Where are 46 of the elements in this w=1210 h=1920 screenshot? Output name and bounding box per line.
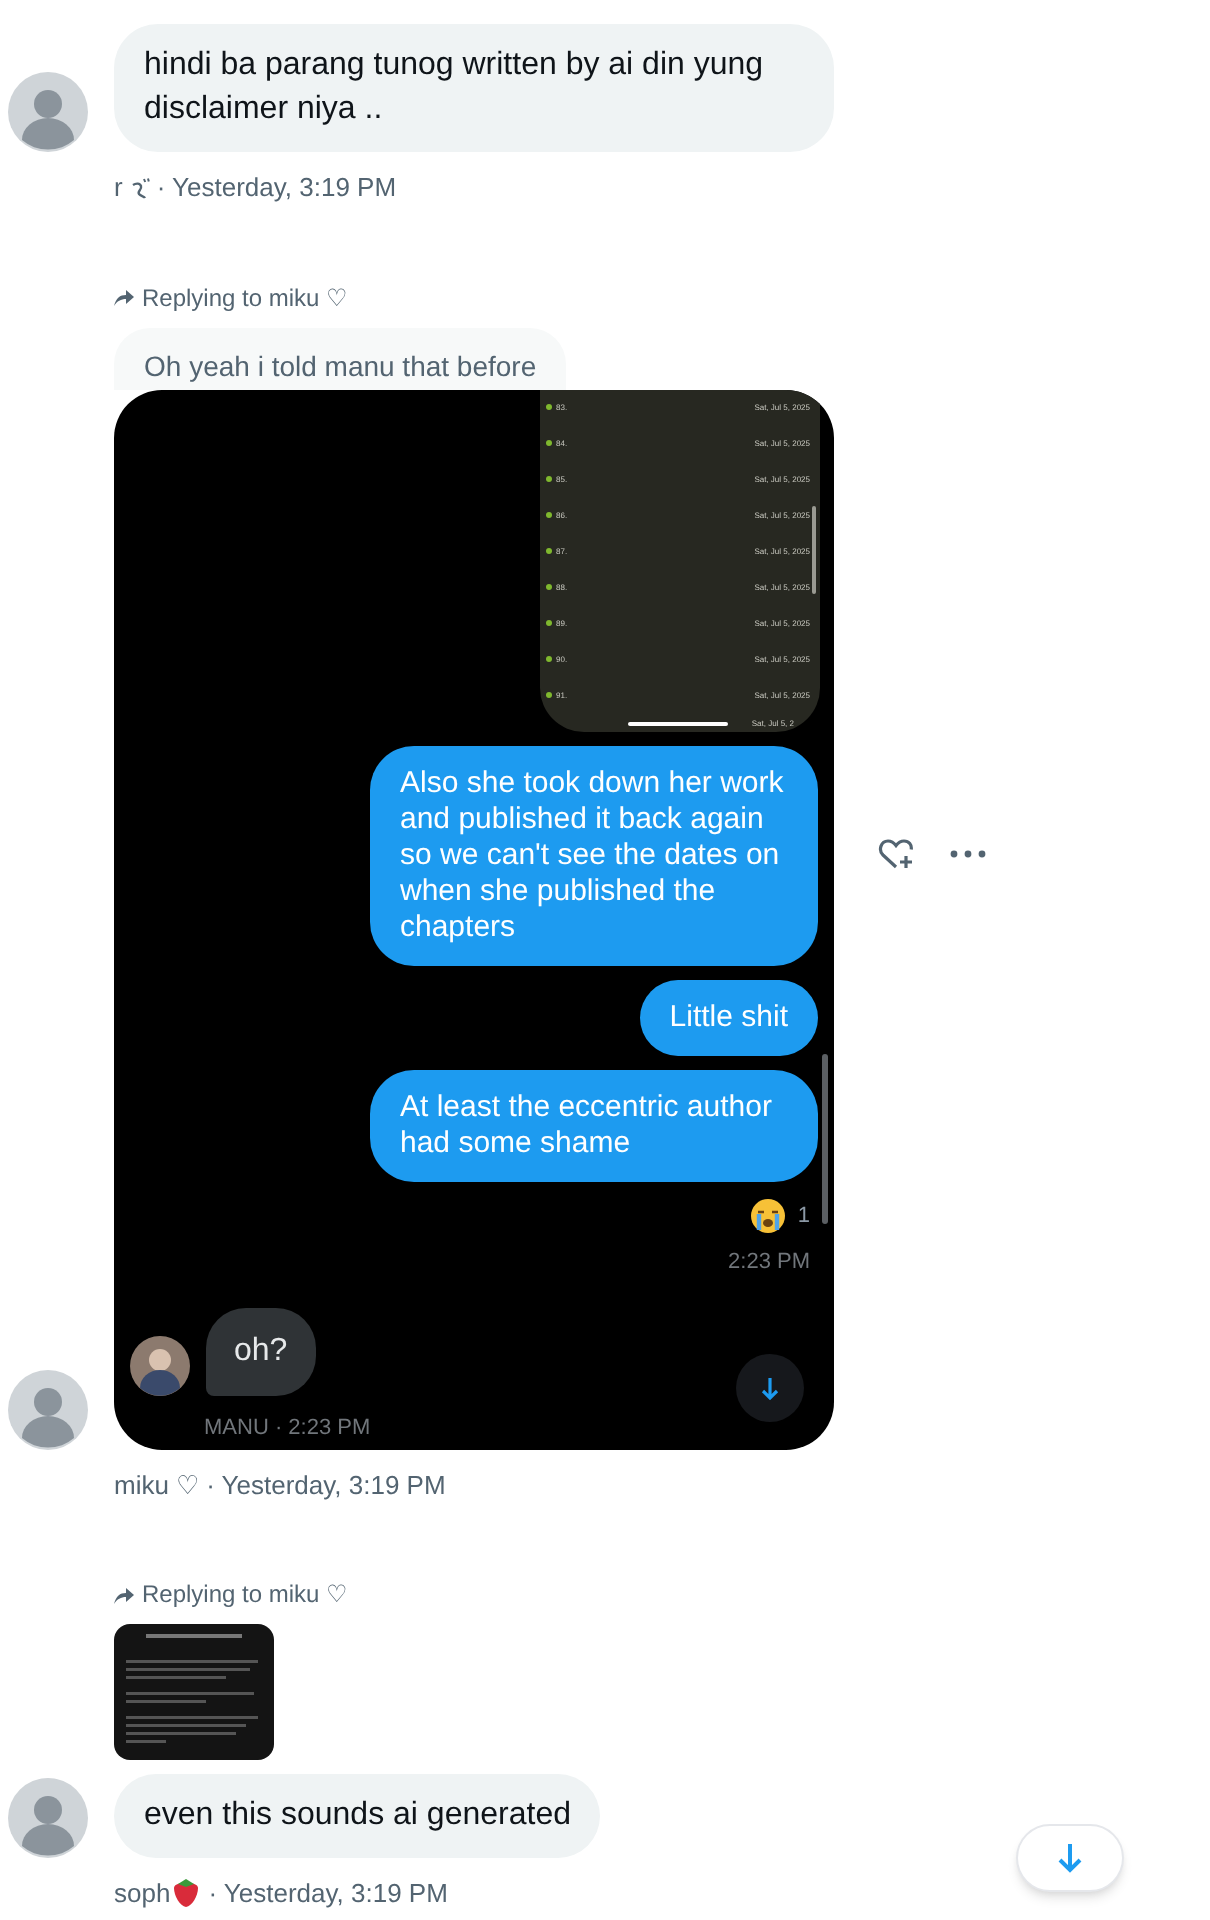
author-name: miku ♡ <box>114 1467 201 1503</box>
message-time: · Yesterday, 3:19 PM <box>206 1467 446 1504</box>
reply-label: Replying to miku ♡ <box>142 281 349 315</box>
scrollbar <box>812 505 816 593</box>
message-bubble: At least the eccentric author had some shame <box>370 1070 818 1182</box>
message-bubble: even this sounds ai generated <box>114 1774 601 1858</box>
squiggle-icon <box>130 175 151 200</box>
arrow-down-icon <box>1056 1842 1084 1874</box>
bullet-icon <box>546 476 552 482</box>
bullet-icon <box>546 512 552 518</box>
strawberry-icon <box>172 1878 201 1909</box>
message-time: · Yesterday, 3:19 PM <box>156 170 397 206</box>
avatar[interactable] <box>8 72 88 152</box>
heart-plus-icon <box>878 837 914 869</box>
avatar[interactable] <box>8 1369 88 1449</box>
bullet-icon <box>546 404 552 410</box>
message-time: · Yesterday, 3:19 PM <box>208 1876 448 1912</box>
bullet-icon <box>546 584 552 590</box>
avatar <box>130 1335 190 1395</box>
message-bubble: hindi ba parang tunog written by ai din yung disclaimer niya .. <box>114 24 834 152</box>
home-indicator <box>628 722 728 726</box>
bullet-icon <box>546 620 552 626</box>
bullet-icon <box>546 692 552 698</box>
reply-arrow-icon <box>114 288 134 306</box>
bullet-icon <box>546 440 552 446</box>
bullet-icon <box>546 656 552 662</box>
add-reaction-button[interactable] <box>878 837 914 869</box>
avatar[interactable] <box>8 1778 88 1858</box>
author-name: soph <box>114 1876 171 1912</box>
message-bubble: oh? <box>206 1307 316 1395</box>
reply-arrow-icon <box>114 1585 134 1603</box>
scroll-down-button[interactable] <box>1016 1824 1124 1892</box>
author-name: r <box>114 170 123 206</box>
message-bubble: Little shit <box>639 980 818 1056</box>
message-time: 2:23 PM <box>728 1248 810 1278</box>
crying-face-icon <box>749 1198 786 1234</box>
bullet-icon <box>546 548 552 554</box>
reaction-count: 1 <box>797 1201 810 1232</box>
arrow-down-icon <box>760 1375 780 1399</box>
message-bubble: Also she took down her work and published it back again so we can't see the dates on when she published the chapters <box>370 746 818 966</box>
scroll-down-button[interactable] <box>736 1353 804 1421</box>
more-icon <box>950 849 986 857</box>
reply-label: Replying to miku ♡ <box>142 1578 349 1612</box>
message-meta: MANU · 2:23 PM <box>204 1415 371 1439</box>
more-button[interactable] <box>950 849 986 857</box>
quoted-message: Oh yeah i told manu that before <box>114 327 567 389</box>
